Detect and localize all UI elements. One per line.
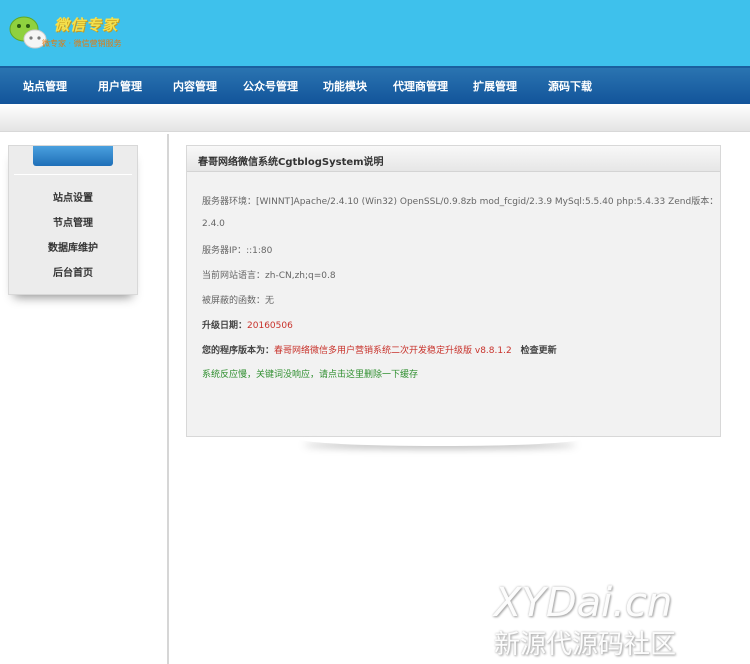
watermark-sub: 新源代源码社区 xyxy=(494,630,677,660)
version-label: 您的程序版本为： xyxy=(202,346,275,356)
version-row: 您的程序版本为：春哥网络微信多用户营销系统二次开发稳定升级版 v8.8.1.2 … xyxy=(202,343,557,356)
sidebar-item-site-settings[interactable]: 站点设置 xyxy=(9,189,137,204)
zend-version-value: 2.4.0 xyxy=(202,219,225,229)
check-update-link[interactable]: 检查更新 xyxy=(521,346,557,356)
blocked-functions-label: 被屏蔽的函数： xyxy=(202,296,266,306)
nav-item-agents[interactable]: 代理商管理 xyxy=(393,78,448,94)
page: 微信专家 微专家 · 微信营销服务 站点管理 用户管理 内容管理 公众号管理 功… xyxy=(0,0,750,664)
nav-item-modules[interactable]: 功能模块 xyxy=(323,78,367,94)
nav-item-users[interactable]: 用户管理 xyxy=(98,78,142,94)
nav-item-extensions[interactable]: 扩展管理 xyxy=(473,78,517,94)
sidebar-header-tab xyxy=(33,146,113,166)
logo[interactable]: 微信专家 微专家 · 微信营销服务 xyxy=(8,10,148,56)
main-nav: 站点管理 用户管理 内容管理 公众号管理 功能模块 代理商管理 扩展管理 源码下… xyxy=(0,66,750,104)
sub-header-strip xyxy=(0,104,750,132)
sidebar-item-node-management[interactable]: 节点管理 xyxy=(9,214,137,229)
watermark-main: XYDai.cn xyxy=(494,580,673,626)
sidebar-item-database-maintenance[interactable]: 数据库维护 xyxy=(9,239,137,254)
server-ip-row: 服务器IP：::1:80 xyxy=(202,243,272,256)
version-value: 春哥网络微信多用户营销系统二次开发稳定升级版 v8.8.1.2 xyxy=(274,346,512,356)
nav-item-content[interactable]: 内容管理 xyxy=(173,78,217,94)
language-value: zh-CN,zh;q=0.8 xyxy=(265,271,336,281)
blocked-functions-row: 被屏蔽的函数：无 xyxy=(202,293,274,306)
language-label: 当前网站语言： xyxy=(202,271,266,281)
blocked-functions-value: 无 xyxy=(265,296,275,306)
panel-title-bar: 春哥网络微信系统CgtblogSystem说明 xyxy=(187,146,720,172)
sidebar-divider xyxy=(167,134,169,664)
nav-item-source-download[interactable]: 源码下载 xyxy=(548,78,592,94)
sidebar-divider-line xyxy=(14,174,132,175)
sidebar-item-admin-home[interactable]: 后台首页 xyxy=(9,264,137,279)
watermark: XYDai.cn 新源代源码社区 xyxy=(480,580,740,664)
upgrade-date-row: 升级日期：20160506 xyxy=(202,318,293,331)
panel-shadow xyxy=(300,432,580,446)
language-row: 当前网站语言：zh-CN,zh;q=0.8 xyxy=(202,268,336,281)
upgrade-date-label: 升级日期： xyxy=(202,321,248,331)
server-ip-value: ::1:80 xyxy=(246,246,273,256)
server-env-row: 服务器环境：[WINNT]Apache/2.4.10 (Win32) OpenS… xyxy=(202,194,718,207)
logo-subtitle: 微专家 · 微信营销服务 xyxy=(42,39,122,48)
server-env-label: 服务器环境： xyxy=(202,197,257,207)
nav-item-official-accounts[interactable]: 公众号管理 xyxy=(243,78,298,94)
nav-item-site[interactable]: 站点管理 xyxy=(23,78,67,94)
system-info-panel: 春哥网络微信系统CgtblogSystem说明 服务器环境：[WINNT]Apa… xyxy=(186,145,721,437)
server-env-value: [WINNT]Apache/2.4.10 (Win32) OpenSSL/0.9… xyxy=(256,197,719,207)
logo-title: 微信专家 xyxy=(54,16,119,34)
server-ip-label: 服务器IP： xyxy=(202,246,247,256)
header: 微信专家 微专家 · 微信营销服务 xyxy=(0,0,750,66)
sidebar: 站点设置 节点管理 数据库维护 后台首页 xyxy=(8,145,138,295)
panel-title: 春哥网络微信系统CgtblogSystem说明 xyxy=(198,157,384,168)
clear-cache-link[interactable]: 系统反应慢，关键词没响应，请点击这里删除一下缓存 xyxy=(202,367,418,380)
upgrade-date-value: 20160506 xyxy=(247,321,293,331)
